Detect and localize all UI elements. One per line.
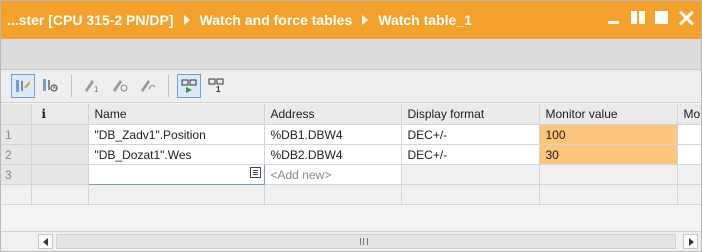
window-controls	[605, 9, 695, 27]
horizontal-scrollbar[interactable]	[1, 231, 701, 251]
watch-table: i Name Address Display format Monitor va…	[1, 104, 701, 205]
row-number: 2	[1, 144, 32, 165]
empty-cell	[401, 184, 540, 205]
modify-now-icon[interactable]: 1	[80, 74, 104, 98]
toolbar-separator	[71, 75, 72, 97]
close-icon[interactable]	[677, 9, 695, 27]
toolbar: 1 1	[1, 70, 701, 103]
enable-peripheral-outputs-icon[interactable]	[136, 74, 160, 98]
header-monitor-value[interactable]: Monitor value	[539, 104, 678, 125]
tile-icon[interactable]	[629, 9, 647, 27]
title-bar: ...ster [CPU 315-2 PN/DP] Watch and forc…	[1, 1, 701, 39]
empty-cell	[88, 184, 265, 205]
header-status: i	[31, 104, 89, 125]
header-name[interactable]: Name	[88, 104, 265, 125]
breadcrumb-watch-table[interactable]: Watch table_1	[378, 12, 472, 28]
svg-text:1: 1	[216, 85, 221, 93]
table-header: i Name Address Display format Monitor va…	[1, 104, 701, 125]
scroll-right-icon[interactable]	[683, 234, 698, 249]
watch-table-window: ...ster [CPU 315-2 PN/DP] Watch and forc…	[0, 0, 702, 252]
empty-cell	[264, 184, 402, 205]
header-row-number	[1, 104, 32, 125]
header-modify-value[interactable]: Mo	[677, 104, 701, 125]
breadcrumb-watch-force-tables[interactable]: Watch and force tables	[200, 12, 353, 28]
monitor-value-cell: 30	[539, 144, 678, 165]
minimize-icon[interactable]	[605, 9, 623, 27]
display-format-cell[interactable]: DEC+/-	[401, 144, 540, 165]
toolbar-separator	[168, 75, 169, 97]
breadcrumb-project[interactable]: ...ster [CPU 315-2 PN/DP]	[7, 12, 174, 28]
empty-cell	[539, 184, 678, 205]
table-row[interactable]: 2 "DB_Dozat1".Wes %DB2.DBW4 DEC+/- 30	[1, 144, 701, 165]
display-format-cell[interactable]: DEC+/-	[401, 124, 540, 145]
add-new-row[interactable]: 3 <Add new>	[1, 164, 701, 185]
info-icon: i	[41, 107, 47, 121]
monitor-now-icon[interactable]: 1	[205, 74, 229, 98]
row-status	[31, 184, 89, 205]
row-number: 1	[1, 124, 32, 145]
row-number: 3	[1, 164, 32, 185]
modify-with-trigger-icon[interactable]	[108, 74, 132, 98]
name-cell[interactable]: "DB_Dozat1".Wes	[88, 144, 265, 165]
monitor-all-icon[interactable]	[177, 74, 201, 98]
header-display-format[interactable]: Display format	[401, 104, 540, 125]
add-new-placeholder[interactable]: <Add new>	[264, 164, 402, 185]
breadcrumb: ...ster [CPU 315-2 PN/DP] Watch and forc…	[1, 12, 472, 28]
monitor-value-cell	[539, 164, 678, 185]
modify-value-cell	[677, 164, 701, 185]
breadcrumb-arrow-icon	[362, 15, 369, 25]
table-row[interactable]: 1 "DB_Zadv1".Position %DB1.DBW4 DEC+/- 1…	[1, 124, 701, 145]
new-name-input[interactable]	[87, 164, 265, 185]
scroll-thumb[interactable]	[56, 234, 676, 249]
header-band	[1, 39, 701, 70]
grip-icon	[360, 238, 368, 245]
modify-value-cell[interactable]	[677, 124, 701, 145]
row-status	[31, 124, 89, 145]
maximize-icon[interactable]	[653, 9, 671, 27]
address-cell[interactable]: %DB2.DBW4	[264, 144, 402, 165]
row-number	[1, 184, 32, 205]
header-address[interactable]: Address	[264, 104, 402, 125]
row-status	[31, 164, 89, 185]
monitor-value-cell: 100	[539, 124, 678, 145]
svg-text:1: 1	[94, 85, 99, 93]
scroll-left-icon[interactable]	[38, 234, 53, 249]
name-cell[interactable]: "DB_Zadv1".Position	[88, 124, 265, 145]
add-row-icon[interactable]	[39, 74, 63, 98]
empty-cell	[677, 184, 701, 205]
modify-value-cell[interactable]	[677, 144, 701, 165]
empty-row	[1, 184, 701, 205]
insert-row-icon[interactable]	[11, 74, 35, 98]
tag-picker-icon[interactable]	[249, 167, 261, 178]
address-cell[interactable]: %DB1.DBW4	[264, 124, 402, 145]
breadcrumb-arrow-icon	[183, 15, 190, 25]
row-status	[31, 144, 89, 165]
display-format-cell	[401, 164, 540, 185]
